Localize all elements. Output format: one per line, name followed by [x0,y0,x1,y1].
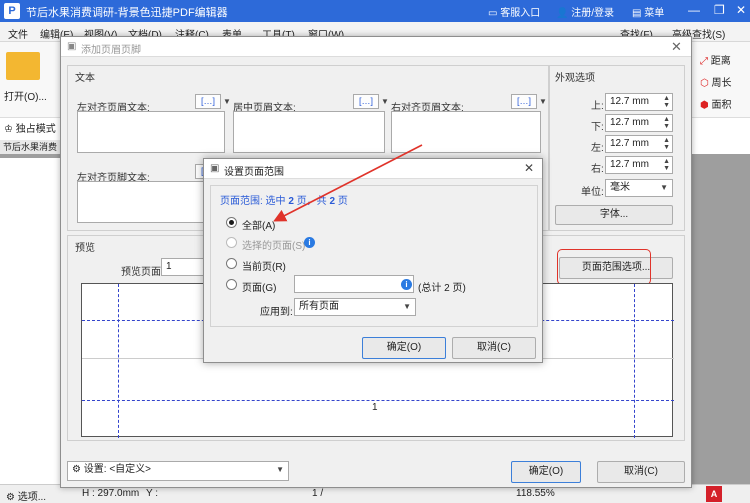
annotation-arrow [273,144,423,222]
